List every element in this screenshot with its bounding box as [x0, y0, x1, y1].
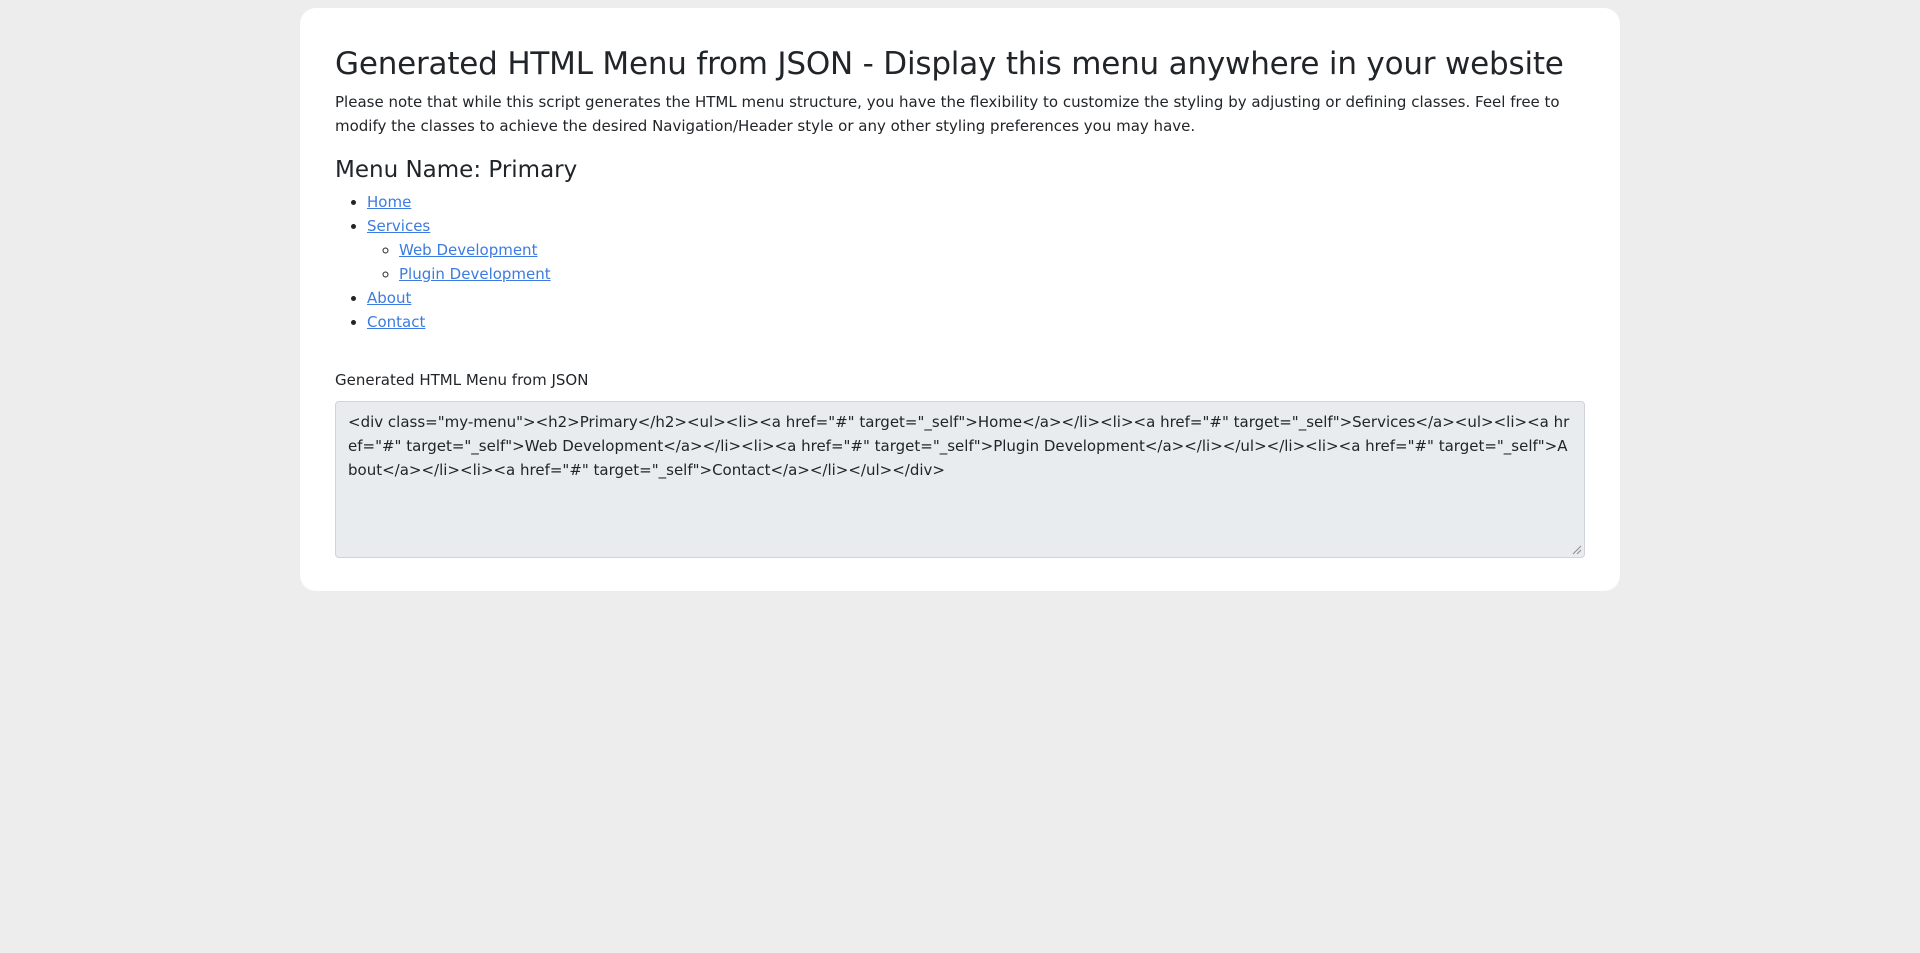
menu-item-home: Home — [367, 190, 1585, 214]
menu-heading: Menu Name: Primary — [335, 157, 578, 183]
generated-html-textarea[interactable]: <div class="my-menu"><h2>Primary</h2><ul… — [335, 401, 1585, 558]
intro-text: Please note that while this script gener… — [335, 93, 1560, 135]
output-textarea-wrapper: <div class="my-menu"><h2>Primary</h2><ul… — [335, 401, 1585, 558]
menu-link-plugin-development[interactable]: Plugin Development — [399, 265, 551, 283]
submenu-item-plugin-development: Plugin Development — [399, 262, 1585, 286]
menu-link-web-development[interactable]: Web Development — [399, 241, 537, 259]
menu-item-contact: Contact — [367, 310, 1585, 334]
menu-link-about[interactable]: About — [367, 289, 411, 307]
menu-list: Home Services Web Development Plugin Dev… — [335, 190, 1585, 334]
submenu-item-web-development: Web Development — [399, 238, 1585, 262]
menu-item-services: Services Web Development Plugin Developm… — [367, 214, 1585, 286]
output-label: Generated HTML Menu from JSON — [335, 371, 589, 389]
resize-handle-icon[interactable] — [1572, 545, 1582, 555]
page-title: Generated HTML Menu from JSON - Display … — [335, 46, 1564, 82]
main-card: Generated HTML Menu from JSON - Display … — [300, 8, 1620, 591]
menu-link-contact[interactable]: Contact — [367, 313, 425, 331]
menu-link-services[interactable]: Services — [367, 217, 430, 235]
services-submenu: Web Development Plugin Development — [367, 238, 1585, 286]
menu-item-about: About — [367, 286, 1585, 310]
menu-link-home[interactable]: Home — [367, 193, 411, 211]
